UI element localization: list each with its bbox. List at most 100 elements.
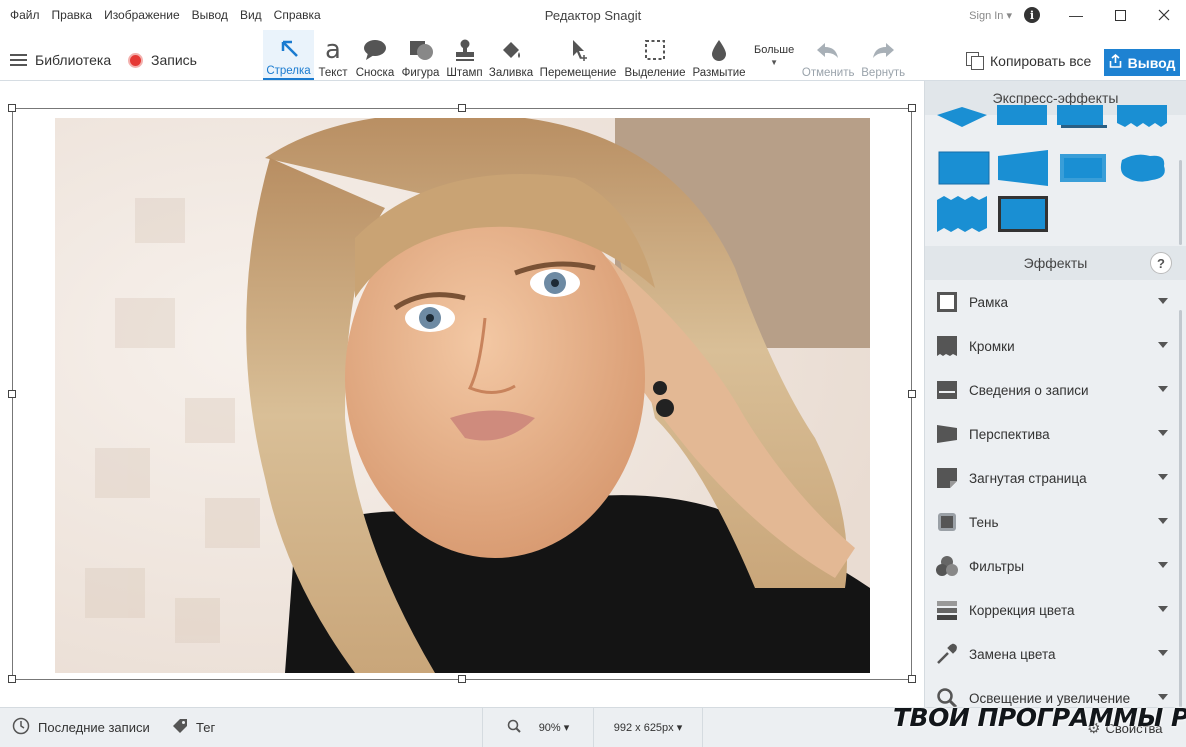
capture-info-icon (935, 378, 959, 402)
effect-perspective[interactable]: Перспектива (925, 412, 1186, 456)
help-button[interactable]: ? (1150, 252, 1172, 274)
minimize-button[interactable]: — (1054, 0, 1098, 30)
quick-effects-scrollbar[interactable] (1179, 160, 1182, 245)
title-bar: Файл Правка Изображение Вывод Вид Справк… (0, 0, 1186, 30)
selection-icon (643, 36, 667, 64)
tool-selection[interactable]: Выделение (620, 30, 690, 80)
effect-perspective-label: Перспектива (969, 426, 1050, 442)
quick-effects-title: Экспресс-эффекты (992, 90, 1119, 106)
chevron-down-icon (1158, 474, 1168, 480)
effect-edges[interactable]: Кромки (925, 324, 1186, 368)
chevron-down-icon (1158, 298, 1168, 304)
tool-move[interactable]: Перемещение (536, 30, 620, 80)
effects-list: Рамка Кромки Сведения о записи Перспекти… (925, 280, 1186, 707)
chevron-down-icon (1158, 430, 1168, 436)
chevron-down-icon (1158, 606, 1168, 612)
edges-icon (935, 334, 959, 358)
effect-shadow[interactable]: Тень (925, 500, 1186, 544)
output-button[interactable]: Вывод (1104, 49, 1180, 76)
tool-stamp[interactable]: Штамп (443, 30, 486, 80)
library-button[interactable]: Библиотека (10, 52, 111, 68)
resize-handle-ne[interactable] (908, 104, 916, 112)
tool-text[interactable]: a Текст (314, 30, 352, 80)
shadow-icon (935, 510, 959, 534)
tool-blur[interactable]: Размытие (690, 30, 748, 80)
chevron-down-icon: ▼ (770, 57, 779, 67)
callout-icon (362, 36, 388, 64)
quick-effect-zigzag[interactable] (935, 196, 989, 232)
recent-captures-button[interactable]: Последние записи (0, 717, 172, 738)
resize-handle-s[interactable] (458, 675, 466, 683)
effect-color-adjust-label: Коррекция цвета (969, 602, 1075, 618)
redo-button[interactable]: Вернуть (856, 30, 910, 80)
chevron-down-icon (1158, 562, 1168, 568)
tool-selection-label: Выделение (624, 67, 686, 79)
resize-handle-se[interactable] (908, 675, 916, 683)
fill-icon (499, 36, 523, 64)
quick-effect-bevel[interactable] (996, 196, 1050, 232)
tool-strip: Стрелка a Текст Сноска Фигура Штамп Зали… (263, 30, 910, 80)
quick-effect-2[interactable] (995, 105, 1049, 141)
menu-view[interactable]: Вид (240, 8, 262, 22)
tool-shape[interactable]: Фигура (398, 30, 443, 80)
resize-handle-sw[interactable] (8, 675, 16, 683)
resize-handle-n[interactable] (458, 104, 466, 112)
image-size-control[interactable]: 992 x 625px ▾ (594, 721, 702, 734)
filters-icon (935, 554, 959, 578)
menu-edit[interactable]: Правка (52, 8, 93, 22)
record-label: Запись (151, 52, 197, 68)
resize-handle-nw[interactable] (8, 104, 16, 112)
canvas-area[interactable] (0, 81, 924, 707)
menu-output[interactable]: Вывод (192, 8, 228, 22)
effect-border[interactable]: Рамка (925, 280, 1186, 324)
canvas-image[interactable] (55, 118, 870, 673)
copy-all-button[interactable]: Копировать все (966, 52, 1092, 70)
redo-label: Вернуть (861, 67, 906, 79)
tool-fill[interactable]: Заливка (486, 30, 536, 80)
image-size-value: 992 x 625px (613, 722, 674, 734)
effect-page-curl-label: Загнутая страница (969, 470, 1087, 486)
more-tools-button[interactable]: Больше ▼ (748, 30, 800, 80)
menu-help[interactable]: Справка (274, 8, 321, 22)
effect-filters[interactable]: Фильтры (925, 544, 1186, 588)
effect-capture-info[interactable]: Сведения о записи (925, 368, 1186, 412)
quick-effect-3[interactable] (1055, 105, 1109, 141)
quick-effect-perspective[interactable] (937, 150, 991, 186)
record-button[interactable]: Запись (128, 52, 197, 68)
effects-title: Эффекты (1023, 255, 1088, 271)
quick-effect-4[interactable] (1115, 105, 1169, 141)
tag-button[interactable]: Тег (172, 718, 292, 737)
perspective-icon (935, 422, 959, 446)
quick-effect-1[interactable] (935, 105, 989, 141)
resize-handle-e[interactable] (908, 390, 916, 398)
effect-filters-label: Фильтры (969, 558, 1025, 574)
quick-effect-glow[interactable] (1056, 150, 1110, 186)
effect-color-replace[interactable]: Замена цвета (925, 632, 1186, 676)
clock-icon (12, 717, 30, 738)
menu-file[interactable]: Файл (10, 8, 40, 22)
more-label: Больше (754, 43, 795, 56)
tool-arrow[interactable]: Стрелка (263, 30, 314, 80)
maximize-button[interactable] (1098, 0, 1142, 30)
resize-handle-w[interactable] (8, 390, 16, 398)
close-button[interactable] (1142, 0, 1186, 30)
effect-edges-label: Кромки (969, 338, 1015, 354)
page-curl-icon (935, 466, 959, 490)
chevron-down-icon (1158, 342, 1168, 348)
tool-move-label: Перемещение (539, 67, 617, 79)
sign-in-button[interactable]: Sign In ▾ (969, 9, 1012, 22)
quick-effect-torn[interactable] (1116, 150, 1170, 186)
menu-image[interactable]: Изображение (104, 8, 180, 22)
undo-button[interactable]: Отменить (800, 30, 856, 80)
copy-all-label: Копировать все (990, 52, 1092, 69)
zoom-icon (507, 719, 521, 736)
arrow-icon (277, 34, 301, 62)
zoom-control[interactable]: 90% ▾ (483, 719, 593, 736)
info-icon[interactable]: i (1024, 7, 1040, 23)
undo-label: Отменить (801, 67, 855, 79)
share-icon (1109, 53, 1122, 71)
effect-color-adjust[interactable]: Коррекция цвета (925, 588, 1186, 632)
quick-effect-tilt[interactable] (996, 150, 1050, 186)
tool-callout[interactable]: Сноска (352, 30, 398, 80)
effect-page-curl[interactable]: Загнутая страница (925, 456, 1186, 500)
